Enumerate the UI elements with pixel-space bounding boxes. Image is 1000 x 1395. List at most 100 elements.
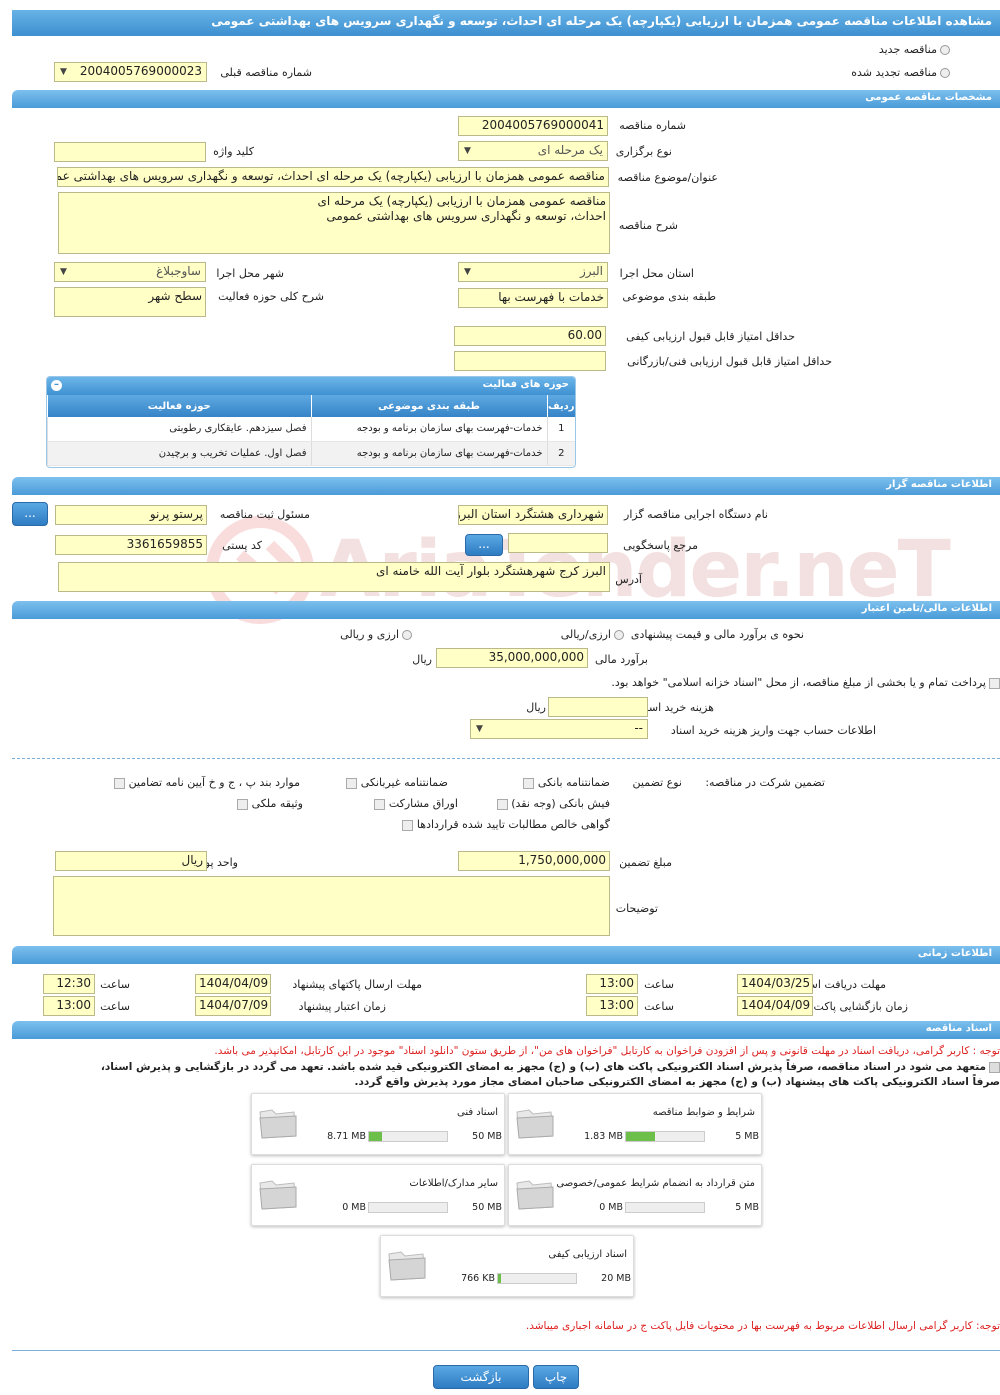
doc-card-terms[interactable]: شرایط و ضوابط مناقصه 1.83 MB 5 MB — [508, 1093, 762, 1155]
ref-more-button[interactable]: ... — [465, 534, 503, 556]
notes-label: توضیحات — [615, 902, 658, 915]
chevron-down-icon: ▼ — [464, 267, 471, 277]
ref-label: مرجع پاسخگویی — [623, 539, 698, 552]
scope-desc-label: شرح کلی حوزه فعالیت — [218, 290, 324, 303]
currency-unit-field: ریال — [55, 851, 207, 871]
opt-nonbank-guarantee[interactable]: ضمانتنامه غیربانکی — [346, 776, 448, 789]
col-scope: حوزه فعالیت — [47, 395, 311, 417]
progress-bar — [625, 1202, 705, 1213]
open-date-field: 1404/04/09 — [737, 996, 813, 1016]
number-field: 2004005769000041 — [458, 116, 608, 136]
treasury-checkbox-label: پرداخت تمام و یا بخشی از مبلغ مناقصه، از… — [611, 676, 1000, 689]
folder-icon — [259, 1180, 297, 1210]
send-time-label: ساعت — [100, 978, 130, 991]
guarantee-label: تضمین شرکت در مناقصه: — [705, 776, 825, 789]
subject-label: عنوان/موضوع مناقصه — [617, 171, 718, 184]
receive-date-field: 1404/03/25 — [737, 974, 813, 994]
col-row: ردیف — [546, 395, 575, 417]
renewed-tender-radio[interactable]: مناقصه تجدید شده — [851, 66, 950, 79]
scope-desc-field: سطح شهر — [54, 287, 206, 317]
opt-cash-deposit[interactable]: فیش بانکی (وجه نقد) — [496, 797, 610, 810]
method-opt1-radio[interactable]: ارزی/ریالی — [561, 628, 624, 641]
registrar-label: مسئول ثبت مناقصه — [219, 508, 310, 521]
divider — [12, 1350, 1000, 1351]
folder-icon — [516, 1109, 554, 1139]
doc-cost-label: هزینه خرید اسناد — [637, 701, 714, 714]
doc-card-contract[interactable]: متن قرارداد به انضمام شرایط عمومی/خصوصی … — [508, 1164, 762, 1226]
opt-regulation-items[interactable]: موارد بند پ ، ج و خ آیین نامه تضامین — [114, 776, 300, 789]
registrar-more-button[interactable]: ... — [12, 502, 48, 526]
open-time-field: 13:00 — [586, 996, 638, 1016]
guarantee-type-label: نوع تضمین — [632, 776, 682, 789]
validity-time-field: 13:00 — [43, 996, 95, 1016]
min-tech-label: حداقل امتیاز قابل قبول ارزیابی فنی/بازرگ… — [627, 355, 832, 368]
method-opt2-radio[interactable]: ارزی و ریالی — [340, 628, 412, 641]
subject-field: مناقصه عمومی همزمان با ارزیابی (یکپارچه)… — [57, 167, 609, 187]
method-label: نحوه ی برآورد مالی و قیمت پیشنهادی — [630, 628, 804, 641]
progress-bar — [497, 1273, 577, 1284]
registrar-field: پرستو پرنو — [55, 505, 207, 525]
send-time-field: 12:30 — [43, 974, 95, 994]
receive-time-label: ساعت — [644, 978, 674, 991]
address-field: البرز کرج شهرهشتگرد بلوار آیت الله خامنه… — [58, 562, 610, 592]
back-button[interactable]: بازگشت — [433, 1365, 529, 1389]
documents-section-header: اسناد مناقصه — [12, 1021, 1000, 1039]
col-category: طبقه بندی موضوعی — [310, 395, 547, 417]
collapse-icon[interactable]: – — [51, 380, 62, 391]
province-label: استان محل اجرا — [619, 267, 694, 280]
doc-cost-field — [548, 697, 648, 717]
chevron-down-icon: ▼ — [60, 67, 67, 77]
doc-card-other[interactable]: سایر مدارک/اطلاعات 0 MB 50 MB — [251, 1164, 505, 1226]
number-label: شماره مناقصه — [619, 119, 686, 132]
validity-label: زمان اعتبار پیشنهاد — [298, 1000, 386, 1013]
hold-type-select[interactable]: ▼ یک مرحله ای — [458, 141, 608, 161]
timing-section-header: اطلاعات زمانی — [12, 946, 1000, 964]
price-list-note: توجه: کاربر گرامی ارسال اطلاعات مربوط به… — [525, 1320, 1000, 1332]
category-label: طبقه بندی موضوعی — [622, 290, 716, 303]
keyword-label: کلید واژه — [213, 145, 254, 158]
validity-time-label: ساعت — [100, 1000, 130, 1013]
account-label: اطلاعات حساب جهت واریز هزینه خرید اسناد — [670, 724, 876, 737]
hold-type-label: نوع برگزاری — [615, 145, 672, 158]
send-label: مهلت ارسال پاکتهای پیشنهاد — [292, 978, 422, 991]
new-tender-radio[interactable]: مناقصه جدید — [879, 43, 950, 56]
doc-card-technical[interactable]: اسناد فنی 8.71 MB 50 MB — [251, 1093, 505, 1155]
doc-cost-unit: ریال — [526, 701, 546, 714]
send-date-field: 1404/04/09 — [195, 974, 271, 994]
keyword-field[interactable] — [54, 142, 206, 162]
category-field: خدمات با فهرست بها — [458, 288, 608, 308]
commitment-checkbox — [989, 1061, 1000, 1073]
commitment-line2: صرفاً اسناد الکترونیکی پاکت های پیشنهاد … — [354, 1076, 1000, 1088]
opt-bank-guarantee[interactable]: ضمانتنامه بانکی — [523, 776, 610, 789]
opt-bonds[interactable]: اوراق مشارکت — [374, 797, 458, 810]
documents-note: توجه : کاربر گرامی، دریافت اسناد در مهلت… — [214, 1045, 1000, 1057]
doc-card-quality[interactable]: اسناد ارزیابی کیفی 766 KB 20 MB — [380, 1235, 634, 1297]
opt-property[interactable]: وثیقه ملکی — [237, 797, 303, 810]
min-tech-field — [454, 351, 606, 371]
progress-bar — [368, 1131, 448, 1142]
prev-number-select[interactable]: ▼ 2004005769000023 — [54, 62, 207, 82]
table-row: 2 خدمات-فهرست بهای سازمان برنامه و بودجه… — [47, 441, 575, 466]
chevron-down-icon: ▼ — [60, 267, 67, 277]
org-label: نام دستگاه اجرایی مناقصه گزار — [624, 508, 768, 521]
city-select[interactable]: ▼ ساوجبلاغ — [54, 262, 206, 282]
province-select[interactable]: ▼ البرز — [458, 262, 608, 282]
account-select[interactable]: ▼ -- — [470, 719, 648, 739]
chevron-down-icon: ▼ — [464, 146, 471, 156]
chevron-down-icon: ▼ — [476, 724, 483, 734]
desc-field: مناقصه عمومی همزمان با ارزیابی (یکپارچه)… — [58, 192, 610, 254]
opt-receivables-cert[interactable]: گواهی خالص مطالبات تایید شده قراردادها — [402, 818, 610, 831]
print-button[interactable]: چاپ — [533, 1365, 579, 1389]
activity-table: حوزه های فعالیت – ردیف طبقه بندی موضوعی ح… — [46, 376, 576, 468]
activity-table-header: حوزه های فعالیت – — [47, 377, 575, 395]
finance-section-header: اطلاعات مالی/تامین اعتبار — [12, 601, 1000, 619]
address-label: آدرس — [615, 573, 642, 586]
postal-label: کد پستی — [222, 539, 262, 552]
treasury-checkbox[interactable] — [989, 677, 1000, 689]
city-label: شهر محل اجرا — [216, 267, 284, 280]
ref-field — [508, 533, 608, 553]
min-quality-field: 60.00 — [454, 326, 606, 346]
progress-bar — [625, 1131, 705, 1142]
min-quality-label: حداقل امتیاز قابل قبول ارزیابی کیفی — [626, 330, 795, 343]
amount-field: 1,750,000,000 — [458, 851, 610, 871]
